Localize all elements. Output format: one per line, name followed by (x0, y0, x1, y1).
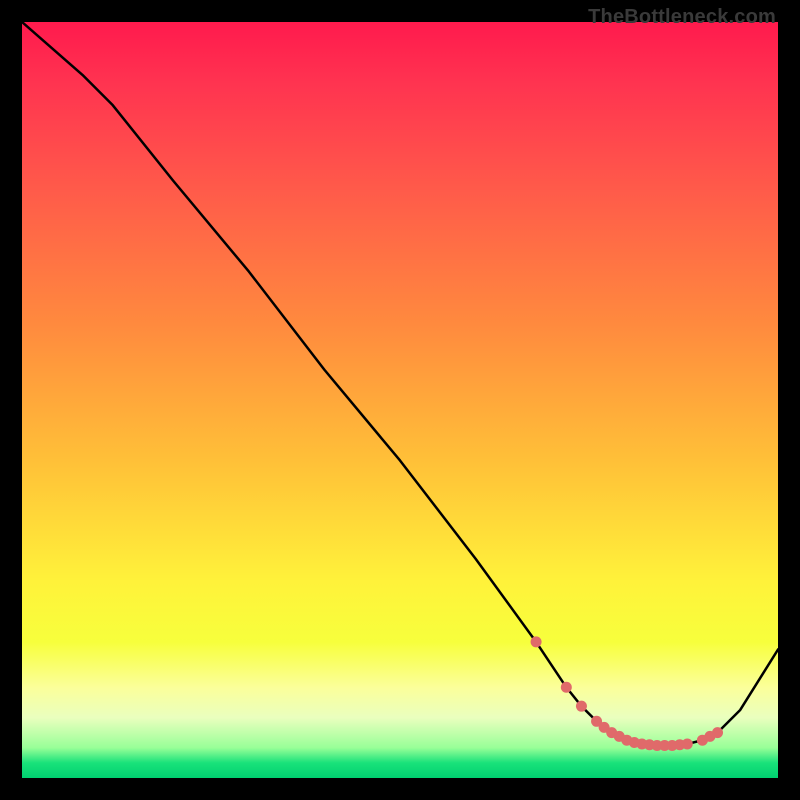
marker-dot (712, 727, 723, 738)
marker-dot (561, 682, 572, 693)
marker-dot (531, 636, 542, 647)
chart-container: TheBottleneck.com (0, 0, 800, 800)
marker-dot (682, 738, 693, 749)
watermark-text: TheBottleneck.com (588, 6, 776, 29)
marker-dots (531, 636, 723, 751)
chart-overlay (22, 22, 778, 778)
marker-dot (576, 701, 587, 712)
curve-line (22, 22, 778, 745)
plot-area (22, 22, 778, 778)
